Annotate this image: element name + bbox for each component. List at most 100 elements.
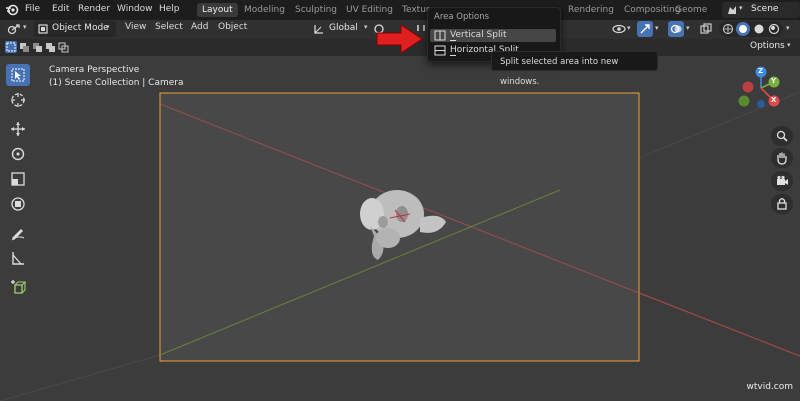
gizmo-z-label: Z [758,67,764,75]
transform-orientation-dropdown[interactable]: Global ▾ [311,21,371,37]
menu-object[interactable]: Object [218,22,247,32]
vertical-split-item[interactable]: Vertical Split [430,29,556,42]
move-arrows-icon [11,122,25,136]
editor-type-icon[interactable] [7,23,21,36]
chevron-down-icon: ▾ [23,23,27,31]
menu-file[interactable]: File [25,4,40,14]
select-invert-icon[interactable] [45,42,56,53]
pan-button[interactable] [771,148,793,168]
menu-title: Area Options [434,12,490,22]
solid-shading-icon [739,25,747,33]
chevron-down-icon: ▾ [786,24,790,32]
vertical-split-icon [434,30,446,41]
options-label: Options [750,41,785,51]
chevron-down-icon: ▾ [686,24,690,32]
tool-measure[interactable] [6,247,30,269]
cursor-arrow-icon [11,68,25,82]
scene-selector[interactable]: ▾ Scene [722,2,800,18]
visibility-eye-icon[interactable] [612,23,626,35]
chevron-down-icon: ▾ [787,41,791,49]
tab-geometry-nodes[interactable]: Geome [670,3,712,17]
camera-icon [777,175,788,185]
hand-icon [777,152,787,165]
camera-view-button[interactable] [771,171,793,191]
select-mode-new-button[interactable] [5,41,17,53]
scene-icon [728,6,736,14]
select-extend-icon[interactable] [19,42,30,53]
tool-rotate[interactable] [6,143,30,165]
zoom-button[interactable] [771,126,793,146]
mnemonic-underline [450,55,456,56]
rotate-icon [11,147,25,161]
gizmo-toggle-button[interactable] [637,21,653,37]
object-mode-icon [38,24,48,34]
xray-icon[interactable] [700,23,712,35]
options-dropdown[interactable]: Options ▾ [745,40,795,54]
chevron-down-icon: ▾ [655,24,659,32]
navigation-gizmo[interactable]: Z Y X [730,64,792,114]
tool-cursor[interactable] [6,89,30,111]
split-tooltip: Split selected area into new windows. [491,51,658,87]
solid-shading-button[interactable] [736,22,750,36]
overlays-icon [670,24,682,34]
3d-cursor-icon [11,93,25,107]
tool-scale[interactable] [6,168,30,190]
tab-layout[interactable]: Layout [197,3,238,17]
chevron-down-icon: ▾ [364,23,368,31]
scene-name: Scene [751,4,779,14]
menu-view[interactable]: View [125,22,146,32]
menu-add[interactable]: Add [191,22,208,32]
blender-logo-icon[interactable] [5,3,19,17]
chevron-down-icon: ▾ [106,23,110,31]
tool-add-cube[interactable] [6,276,30,298]
shading-mode-group [719,21,783,37]
camera-perspective-label: Camera Perspective [49,65,140,75]
measure-ruler-icon [12,252,24,265]
horizontal-split-icon [434,45,446,56]
object-mode-dropdown[interactable]: Object Mode ▾ [34,21,116,37]
orientation-label: Global [329,23,358,33]
rendered-shading-icon[interactable] [768,23,780,35]
red-arrow-icon [376,24,423,54]
chevron-down-icon: ▾ [739,4,743,12]
vertical-split-label: Vertical Split [450,30,507,40]
scene-collection-label: (1) Scene Collection | Camera [49,78,184,88]
material-shading-icon[interactable] [753,23,765,35]
orientation-icon [314,25,323,34]
mnemonic-underline [450,40,456,41]
gizmo-y-label: Y [771,77,777,85]
overlays-toggle-button[interactable] [668,21,684,37]
top-bar: File Edit Render Window Help Layout Mode… [0,0,800,20]
tool-select-box[interactable] [6,64,30,86]
tab-modeling[interactable]: Modeling [239,3,290,17]
watermark: wtvid.com [746,382,793,392]
add-cube-icon [11,280,26,294]
menu-help[interactable]: Help [159,4,180,14]
select-subtract-icon[interactable] [32,42,43,53]
3d-viewport[interactable]: Camera Perspective (1) Scene Collection … [0,56,800,401]
tab-rendering[interactable]: Rendering [563,3,619,17]
tool-annotate[interactable] [6,222,30,244]
gizmo-icon [640,24,650,34]
menu-edit[interactable]: Edit [52,4,69,14]
select-intersect-icon[interactable] [58,42,69,53]
menu-select[interactable]: Select [155,22,183,32]
lock-camera-button[interactable] [771,194,793,214]
tool-move[interactable] [6,118,30,140]
annotate-pencil-icon [11,229,25,241]
tab-uv-editing[interactable]: UV Editing [341,3,398,17]
gizmo-x-label: X [771,96,777,104]
wireframe-shading-icon[interactable] [722,23,734,35]
chevron-down-icon: ▾ [627,24,631,32]
select-box-icon [6,42,16,52]
scale-icon [11,172,25,186]
tab-sculpting[interactable]: Sculpting [290,3,342,17]
menu-render[interactable]: Render [78,4,110,14]
transform-icon [11,197,25,211]
zoom-magnifier-icon [776,130,788,142]
object-mode-label: Object Mode [52,23,109,33]
menu-window[interactable]: Window [117,4,153,14]
viewport-scene [0,91,800,401]
lock-icon [777,198,787,210]
tool-transform[interactable] [6,193,30,215]
